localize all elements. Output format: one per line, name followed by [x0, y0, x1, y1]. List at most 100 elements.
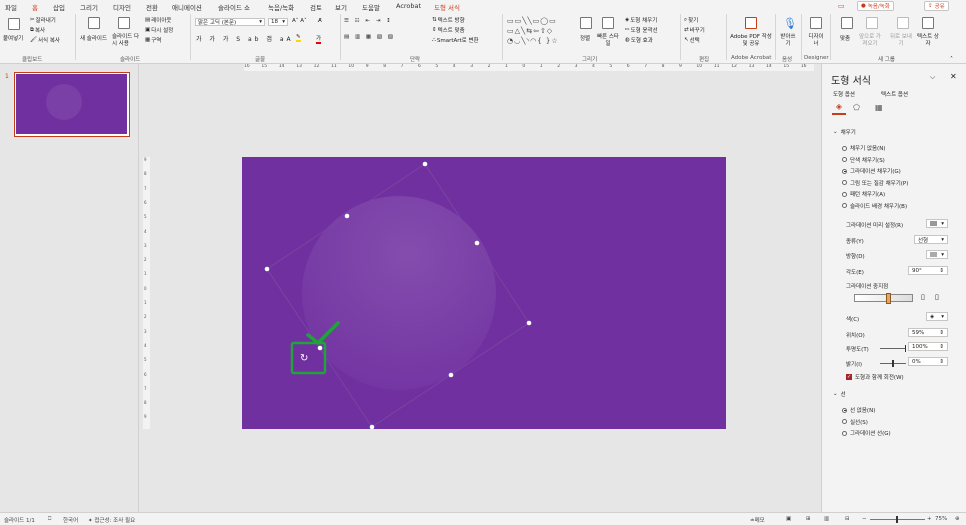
- record-button[interactable]: ● 녹음/녹화: [857, 1, 894, 11]
- fit-to-window-icon[interactable]: ⊕: [955, 516, 960, 522]
- tab-0[interactable]: 파일: [5, 2, 17, 12]
- tab-13[interactable]: 도형 서식: [434, 2, 460, 12]
- paste-icon[interactable]: [8, 18, 20, 30]
- find-button[interactable]: ⌕ 찾기: [684, 16, 698, 25]
- gradient-type-dropdown[interactable]: 선형 ▾: [914, 235, 948, 244]
- accessibility-status[interactable]: ✦ 접근성: 조사 필요: [88, 516, 135, 524]
- resize-handle[interactable]: [344, 213, 350, 219]
- shape-outline-button[interactable]: ✏ 도형 윤곽선: [625, 26, 658, 34]
- brightness-slider-thumb[interactable]: [892, 360, 894, 367]
- format-painter-button[interactable]: 🖌 서식 복사: [30, 36, 60, 44]
- section-button[interactable]: ▦ 구역: [145, 36, 161, 44]
- normal-view-icon[interactable]: ▣: [786, 516, 791, 522]
- line-option-1[interactable]: 실선(S): [842, 418, 868, 426]
- text-direction-button[interactable]: ⇅ 텍스트 방향: [432, 16, 465, 24]
- quick-styles-icon[interactable]: [602, 17, 614, 29]
- stop-color-dropdown[interactable]: ◈ ▾: [926, 312, 948, 321]
- resize-handle[interactable]: [317, 345, 323, 351]
- fill-option-3[interactable]: 그림 또는 질감 채우기(P): [842, 179, 908, 187]
- fill-line-icon[interactable]: ◈: [832, 102, 846, 115]
- tab-9[interactable]: 검토: [310, 2, 322, 12]
- comments-icon[interactable]: ▭: [838, 2, 845, 10]
- resize-handle[interactable]: [474, 240, 480, 246]
- font-style-icons[interactable]: 가 가 가 S ab 갭 aA: [196, 34, 294, 43]
- resize-handle[interactable]: [422, 161, 428, 167]
- language-indicator[interactable]: 한국어: [63, 516, 78, 524]
- brightness-slider[interactable]: [880, 360, 906, 367]
- align-button[interactable]: 맞춤: [840, 34, 850, 42]
- new-slide-button[interactable]: 새 슬라이드: [80, 34, 107, 42]
- line-section-header[interactable]: ⌄ 선: [833, 390, 846, 398]
- resize-handle[interactable]: [526, 320, 532, 326]
- tab-text-options[interactable]: 텍스트 옵션: [881, 90, 908, 98]
- tab-1[interactable]: 홈: [32, 2, 38, 14]
- paste-button[interactable]: 붙여넣기: [3, 34, 23, 42]
- gradient-stop-handle[interactable]: [886, 293, 892, 304]
- layout-button[interactable]: ▤ 레이아웃: [145, 16, 171, 24]
- grow-shrink-font-icon[interactable]: A˄ A˅: [292, 18, 307, 24]
- zoom-in-icon[interactable]: +: [927, 516, 932, 522]
- zoom-out-icon[interactable]: −: [862, 516, 867, 522]
- fill-option-0[interactable]: 채우기 없음(N): [842, 144, 885, 152]
- tab-10[interactable]: 보기: [335, 2, 347, 12]
- replace-button[interactable]: ⇄ 바꾸기: [684, 26, 705, 34]
- collapse-ribbon-icon[interactable]: ˄: [950, 56, 953, 63]
- tab-2[interactable]: 삽입: [53, 2, 65, 12]
- microphone-icon[interactable]: 🎙: [783, 17, 797, 30]
- shape-effects-button[interactable]: ◍ 도형 효과: [625, 36, 653, 44]
- tab-shape-options[interactable]: 도형 옵션: [833, 90, 855, 98]
- transparency-input[interactable]: 100% ⇕: [908, 342, 948, 351]
- brightness-input[interactable]: 0% ⇕: [908, 357, 948, 366]
- size-properties-icon[interactable]: ▦: [875, 103, 883, 112]
- align-icons[interactable]: ▤ ▥ ▦ ▧ ▨: [344, 34, 395, 40]
- gradient-stops-bar[interactable]: [854, 293, 913, 304]
- reuse-slides-button[interactable]: 슬라이드 다시 사용: [112, 34, 142, 48]
- tab-8[interactable]: 녹음/녹화: [268, 2, 294, 12]
- transparency-slider[interactable]: [880, 345, 906, 352]
- fill-section-header[interactable]: ⌄ 채우기: [833, 128, 856, 136]
- effects-pentagon-icon[interactable]: ⬠: [853, 103, 860, 112]
- slide-canvas[interactable]: ↻: [140, 71, 821, 512]
- position-input[interactable]: 59% ⇕: [908, 328, 948, 337]
- text-box-icon[interactable]: [922, 17, 934, 29]
- add-stop-icon[interactable]: ▯: [921, 293, 925, 301]
- text-box-button[interactable]: 텍스트 상자: [917, 34, 939, 48]
- send-backward-button[interactable]: 뒤로 보내기: [889, 34, 913, 48]
- share-button[interactable]: ⇪ 공유: [924, 1, 949, 11]
- rotate-handle[interactable]: ↻: [300, 353, 308, 364]
- reading-view-icon[interactable]: ▥: [824, 516, 829, 522]
- reset-button[interactable]: ▣ 다시 설정: [145, 26, 173, 34]
- send-backward-icon[interactable]: [897, 17, 909, 29]
- pdf-icon[interactable]: [745, 17, 757, 29]
- quick-styles-button[interactable]: 빠른 스타일: [597, 34, 619, 48]
- tab-6[interactable]: 애니메이션: [172, 2, 202, 12]
- fill-option-5[interactable]: 슬라이드 배경 채우기(B): [842, 202, 907, 210]
- fill-option-4[interactable]: 패턴 채우기(A): [842, 190, 885, 198]
- tab-3[interactable]: 그리기: [80, 2, 98, 12]
- zoom-slider[interactable]: [870, 516, 925, 523]
- close-icon[interactable]: ✕: [950, 72, 957, 81]
- tab-5[interactable]: 전환: [146, 2, 158, 12]
- reuse-slides-icon[interactable]: [118, 17, 130, 29]
- fill-option-1[interactable]: 단색 채우기(S): [842, 156, 885, 164]
- spellcheck-icon[interactable]: ⎕: [48, 516, 51, 523]
- arrange-button[interactable]: 정렬: [580, 34, 590, 42]
- font-color-icon[interactable]: 가: [316, 34, 322, 44]
- select-button[interactable]: ↖ 선택: [684, 36, 700, 44]
- smartart-button[interactable]: ⛬ SmartArt로 변환: [432, 36, 479, 45]
- zoom-level[interactable]: 75%: [935, 516, 947, 522]
- font-size-select[interactable]: 18 ▾: [268, 18, 288, 26]
- clear-format-icon[interactable]: A̸: [318, 18, 322, 24]
- tab-12[interactable]: Acrobat: [396, 2, 421, 10]
- line-option-0[interactable]: 선 없음(N): [842, 406, 875, 414]
- tab-4[interactable]: 디자인: [113, 2, 131, 12]
- slideshow-icon[interactable]: ⊟: [845, 516, 850, 522]
- fill-option-2[interactable]: 그라데이션 채우기(G): [842, 167, 901, 175]
- remove-stop-icon[interactable]: ▯: [935, 293, 939, 301]
- tab-7[interactable]: 슬라이드 쇼: [218, 2, 250, 12]
- cut-button[interactable]: ✂ 잘라내기: [30, 16, 56, 24]
- create-pdf-button[interactable]: Adobe PDF 작성 및 공유: [730, 34, 772, 48]
- pane-options-chevron-icon[interactable]: ⌵: [930, 73, 935, 82]
- direction-dropdown[interactable]: ▾: [926, 250, 948, 259]
- tab-11[interactable]: 도움말: [362, 2, 380, 12]
